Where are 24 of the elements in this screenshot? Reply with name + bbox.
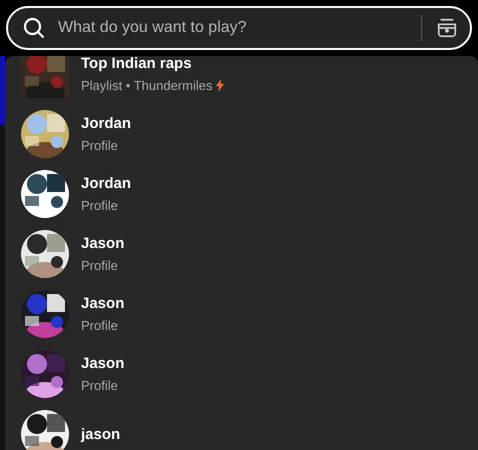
result-subtitle: Profile [81,258,118,273]
result-subtitle: Playlist • Thundermiles [81,78,212,93]
result-item[interactable]: Jordan Profile [5,164,478,224]
result-title: Jason [81,235,124,252]
result-subtitle: Profile [81,378,118,393]
result-title: Jason [81,355,124,372]
result-item[interactable]: Top Indian raps Playlist • Thundermiles [5,56,478,104]
search-icon [22,16,46,40]
result-item[interactable]: jason [5,404,478,450]
result-title: Top Indian raps [81,56,193,72]
result-title: Jordan [81,175,132,192]
result-subtitle: Profile [81,138,118,153]
result-title: Jason [81,295,124,312]
result-subtitle: Profile [81,318,118,333]
result-item[interactable]: Jason Profile [5,224,478,284]
browse-icon [436,17,458,39]
result-subtitle: Profile [81,198,118,213]
result-title: jason [81,426,120,442]
search-bar[interactable]: What do you want to play? [6,6,472,50]
result-title: Jordan [81,115,132,132]
result-item[interactable]: Jason Profile [5,284,478,344]
result-item[interactable]: Jordan Profile [5,104,478,164]
search-field[interactable]: What do you want to play? [58,16,421,40]
result-item[interactable]: Jason Profile [5,344,478,404]
